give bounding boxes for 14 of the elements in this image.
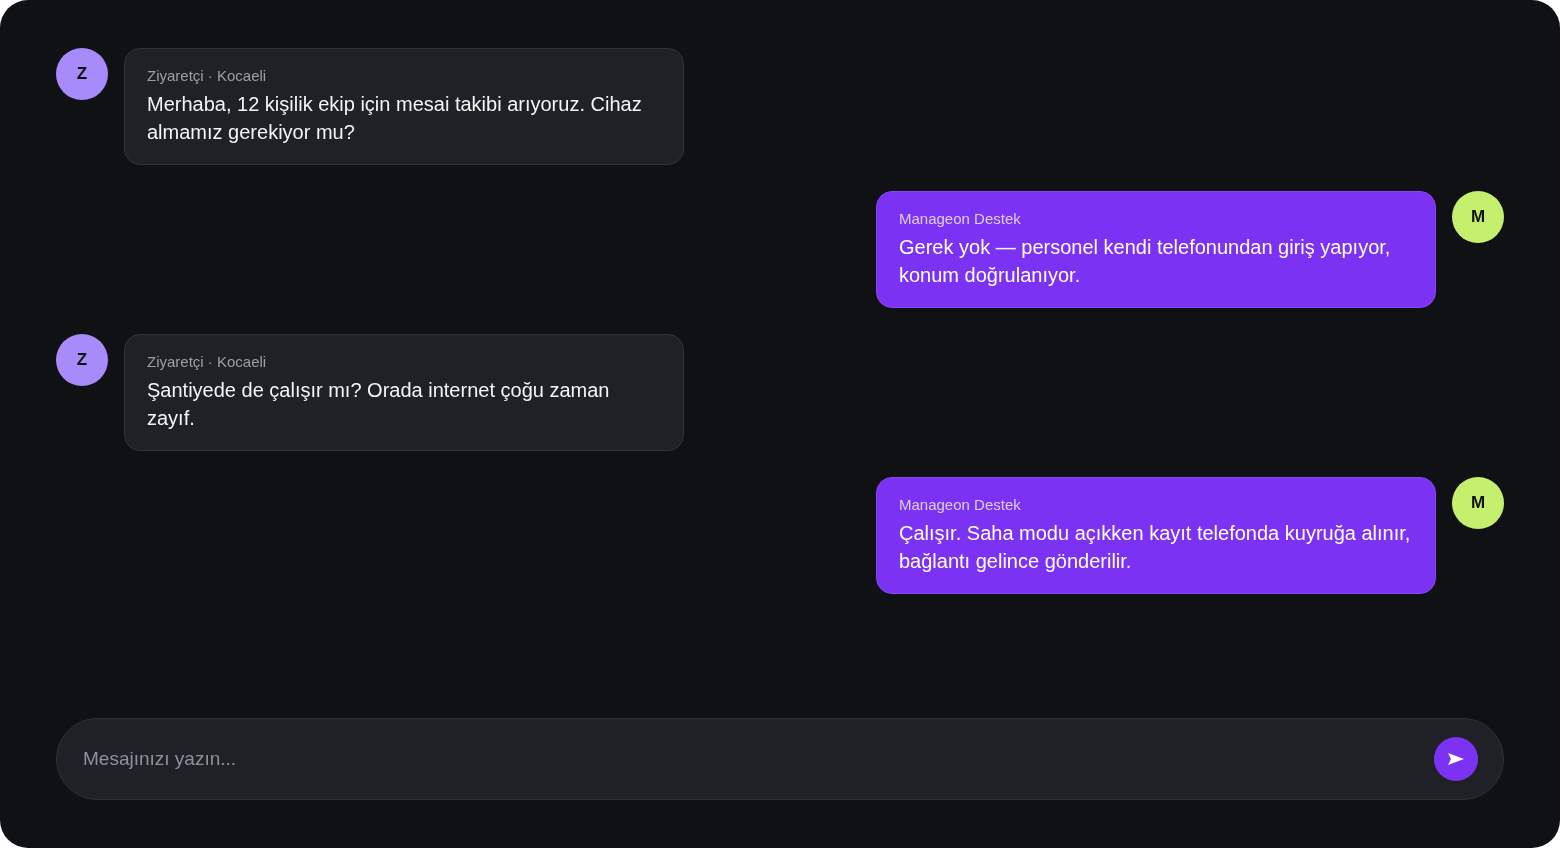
avatar: Z (56, 48, 108, 100)
sender-label: Manageon Destek (899, 209, 1022, 229)
message-text: Merhaba, 12 kişilik ekip için mesai takibi arıyoruz. Cihaz almamız gerekiyor mu? (147, 92, 643, 145)
sender-label: Ziyaretçi · Kocaeli (147, 66, 268, 86)
message-text: Şantiyede de çalışır mı? Orada internet çoğu zaman zayıf. (147, 378, 611, 431)
avatar: M (1452, 191, 1504, 243)
message-text: Gerek yok — personel kendi telefonundan giriş yapıyor, konum doğrulanıyor. (899, 235, 1392, 288)
sender-label: Ziyaretçi · Kocaeli (147, 352, 268, 372)
avatar: M (1452, 477, 1504, 529)
sender-label: Manageon Destek (899, 495, 1022, 515)
send-icon (1448, 753, 1464, 765)
message-text: Çalışır. Saha modu açıkken kayıt telefonda kuyruğa alınır, bağlantı gelince gönderilir. (899, 521, 1412, 574)
message-input[interactable]: Mesajınızı yazın... (56, 718, 1504, 800)
avatar: Z (56, 334, 108, 386)
